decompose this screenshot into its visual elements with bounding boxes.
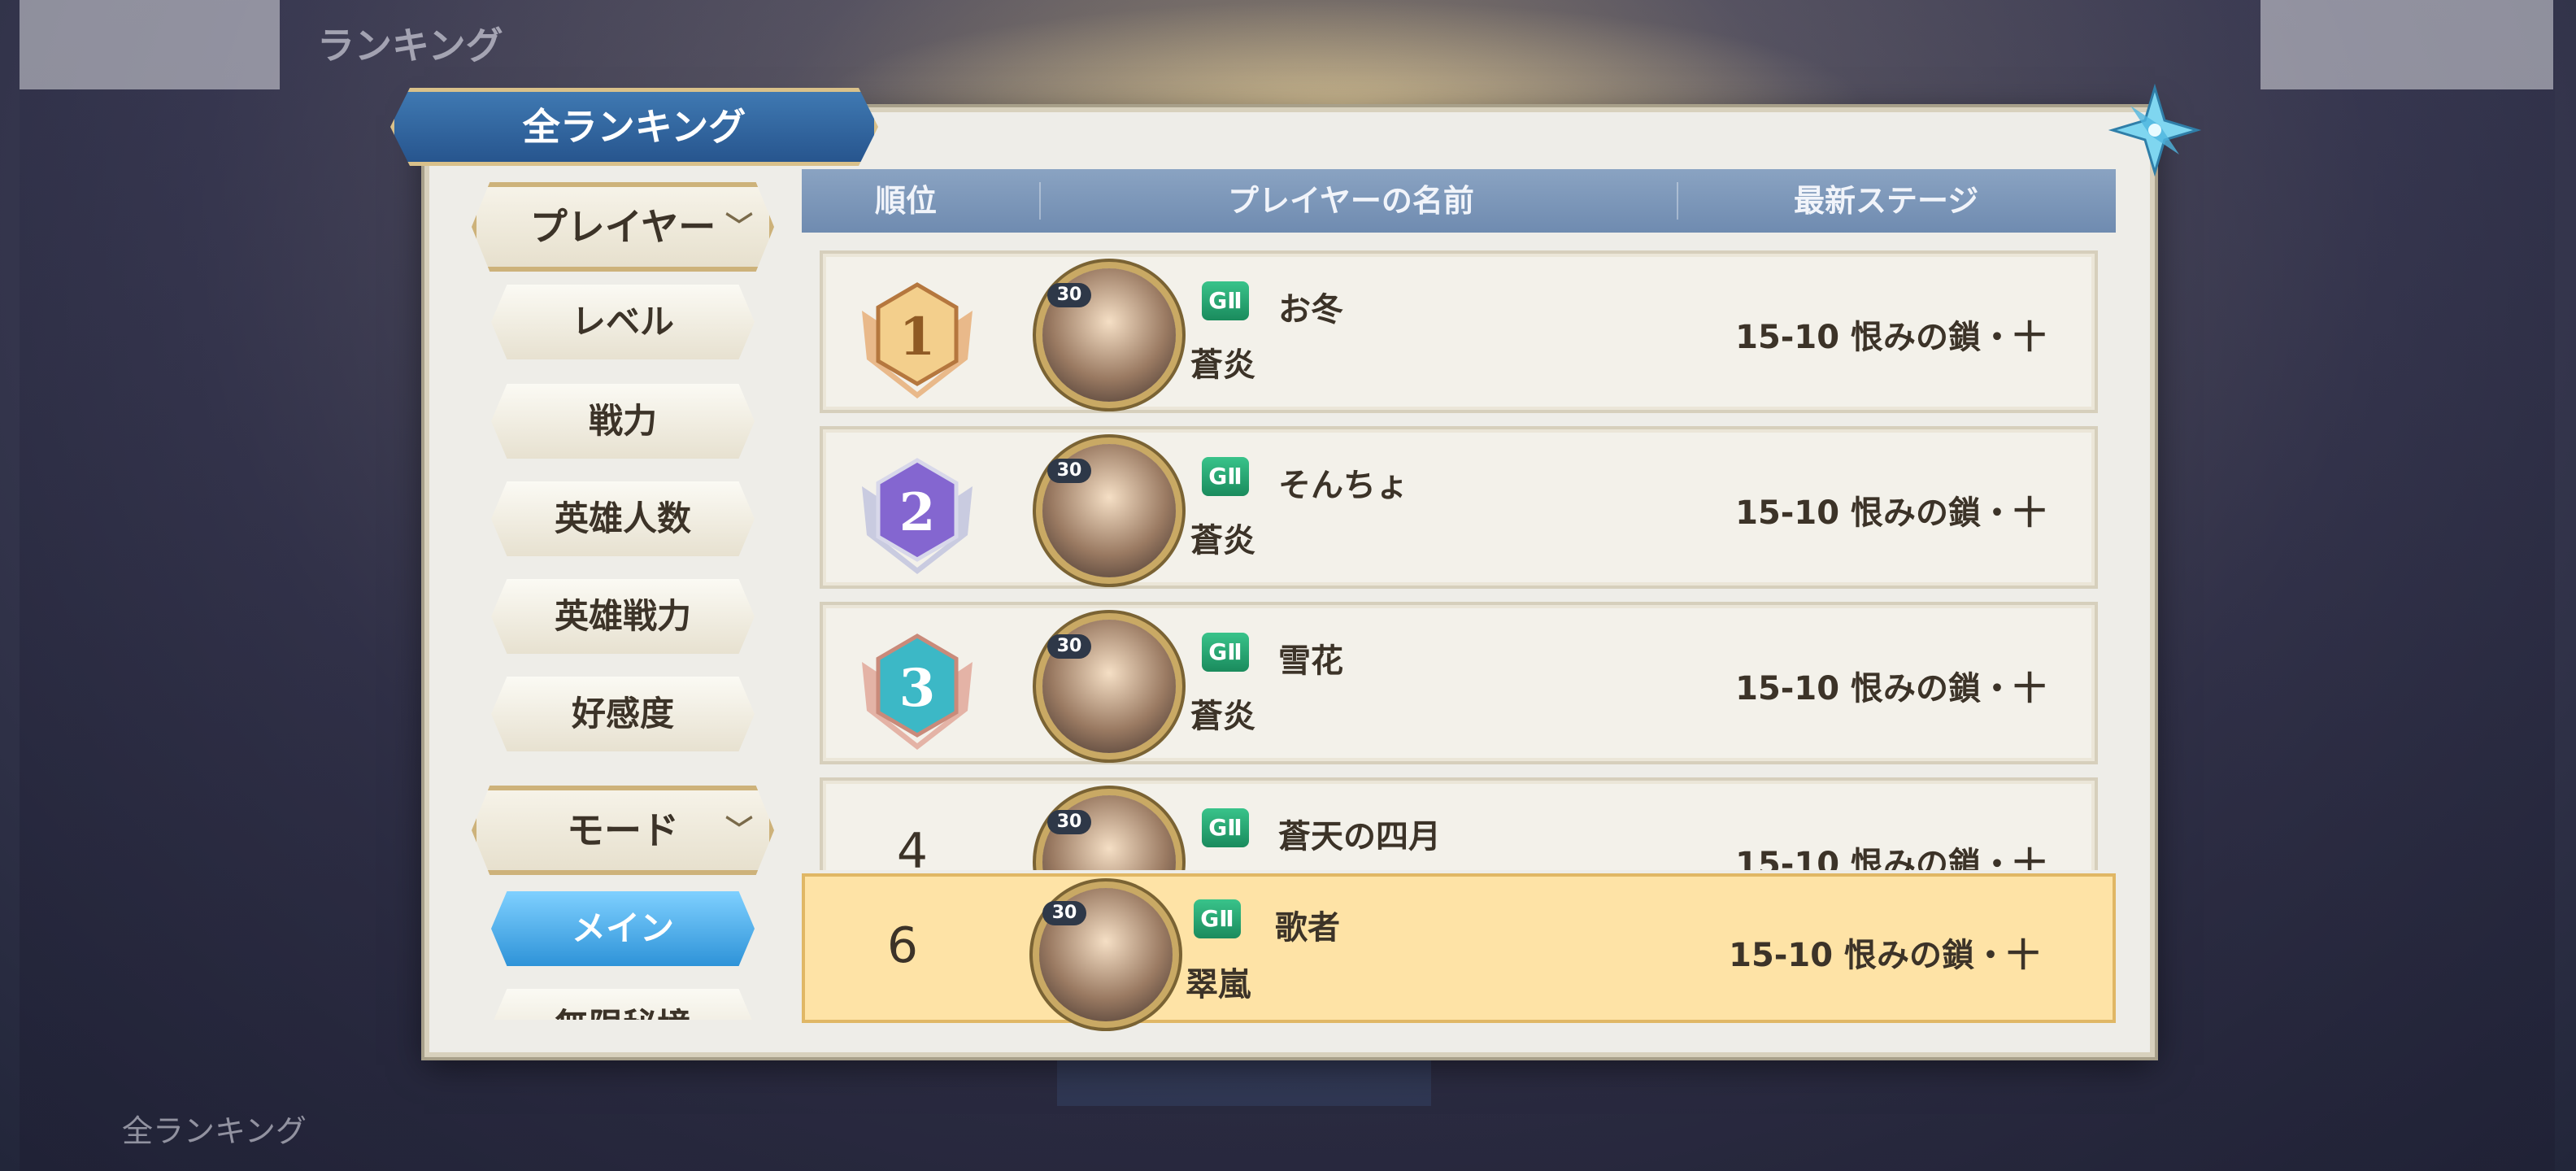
table-row[interactable]: 4 30 GⅡ 蒼天の四月 15-10 恨みの鎖・十 — [820, 777, 2098, 870]
latest-stage: 15-10 恨みの鎖・十 — [1729, 937, 2039, 974]
table-row[interactable]: 3 30 GⅡ 雪花 蒼炎 15-10 恨みの鎖・十 — [820, 602, 2098, 764]
player-name: 歌者 — [1275, 909, 1340, 947]
guild-rank-icon: GⅡ — [1202, 808, 1249, 847]
sidebar-item-power[interactable]: 戦力 — [491, 384, 755, 459]
level-badge: 30 — [1047, 810, 1091, 834]
category-sidebar: プレイヤー ﹀ レベル 戦力 英雄人数 英雄戦力 好感度 モード ﹀ メイン 無… — [472, 174, 781, 1020]
rank-emblem-number: 1 — [899, 307, 936, 368]
sidebar-item-hero-power[interactable]: 英雄戦力 — [491, 579, 755, 654]
guild-name: 翠嵐 — [1186, 966, 1251, 1003]
chevron-down-icon: ﹀ — [725, 814, 753, 847]
level-badge: 30 — [1047, 283, 1091, 307]
latest-stage: 15-10 恨みの鎖・十 — [1735, 494, 2046, 532]
close-button[interactable] — [2106, 81, 2204, 179]
rank-number: 4 — [896, 823, 929, 870]
latest-stage: 15-10 恨みの鎖・十 — [1735, 319, 2046, 356]
sidebar-item-infinite-realm[interactable]: 無限秘境 — [491, 989, 755, 1020]
latest-stage: 15-10 恨みの鎖・十 — [1735, 670, 2046, 707]
level-badge: 30 — [1047, 634, 1091, 659]
table-row[interactable]: 1 30 GⅡ お冬 蒼炎 15-10 恨みの鎖・十 — [820, 250, 2098, 413]
level-badge: 30 — [1047, 459, 1091, 483]
sidebar-item-level[interactable]: レベル — [491, 285, 755, 359]
guild-name: 蒼炎 — [1190, 522, 1255, 559]
guild-rank-icon: GⅡ — [1194, 899, 1241, 938]
latest-stage: 15-10 恨みの鎖・十 — [1735, 846, 2046, 870]
guild-name: 蒼炎 — [1190, 698, 1255, 735]
background-back-bar — [20, 0, 280, 89]
rank-number: 6 — [886, 917, 919, 974]
mode-dropdown-label: モード — [567, 808, 679, 852]
gold-rank-emblem-icon: 1 — [862, 282, 973, 398]
silver-rank-emblem-icon: 2 — [862, 458, 973, 574]
guild-rank-icon: GⅡ — [1202, 281, 1249, 320]
sidebar-item-affinity[interactable]: 好感度 — [491, 677, 755, 751]
my-ranking-row[interactable]: 6 30 GⅡ 歌者 翠嵐 15-10 恨みの鎖・十 — [802, 873, 2116, 1023]
background-home-bar — [2261, 0, 2553, 89]
player-name: お冬 — [1278, 291, 1343, 329]
background-bottom-label: 全ランキング — [122, 1113, 307, 1149]
rank-emblem-number: 2 — [899, 482, 936, 543]
header-divider — [1677, 182, 1678, 220]
guild-name: 蒼炎 — [1190, 346, 1255, 384]
guild-rank-icon: GⅡ — [1202, 633, 1249, 672]
category-dropdown-label: プレイヤー — [529, 205, 716, 249]
ranking-list[interactable]: 1 30 GⅡ お冬 蒼炎 15-10 恨みの鎖・十 2 30 GⅡ そんちょ … — [813, 244, 2106, 870]
bronze-rank-emblem-icon: 3 — [862, 633, 973, 750]
level-badge: 30 — [1042, 901, 1086, 925]
background-screen-title: ランキング — [317, 24, 503, 67]
background-bottom-banner — [1057, 1057, 1431, 1106]
player-name: そんちょ — [1278, 467, 1408, 504]
table-header: 順位 プレイヤーの名前 最新ステージ — [802, 169, 2116, 233]
rank-emblem-number: 3 — [899, 658, 936, 719]
player-name: 雪花 — [1278, 642, 1343, 680]
sidebar-item-hero-count[interactable]: 英雄人数 — [491, 481, 755, 556]
player-name: 蒼天の四月 — [1278, 818, 1441, 855]
close-x-icon — [2108, 83, 2202, 177]
chevron-down-icon: ﹀ — [725, 211, 753, 243]
table-row[interactable]: 2 30 GⅡ そんちょ 蒼炎 15-10 恨みの鎖・十 — [820, 426, 2098, 589]
category-dropdown[interactable]: プレイヤー ﹀ — [472, 182, 774, 272]
header-rank: 順位 — [875, 183, 938, 219]
sidebar-item-main[interactable]: メイン — [491, 891, 755, 966]
guild-rank-icon: GⅡ — [1202, 457, 1249, 496]
mode-dropdown[interactable]: モード ﹀ — [472, 786, 774, 875]
header-divider — [1039, 182, 1041, 220]
header-player-name: プレイヤーの名前 — [1228, 183, 1474, 219]
panel-title: 全ランキング — [390, 88, 878, 166]
header-latest-stage: 最新ステージ — [1794, 183, 1979, 219]
